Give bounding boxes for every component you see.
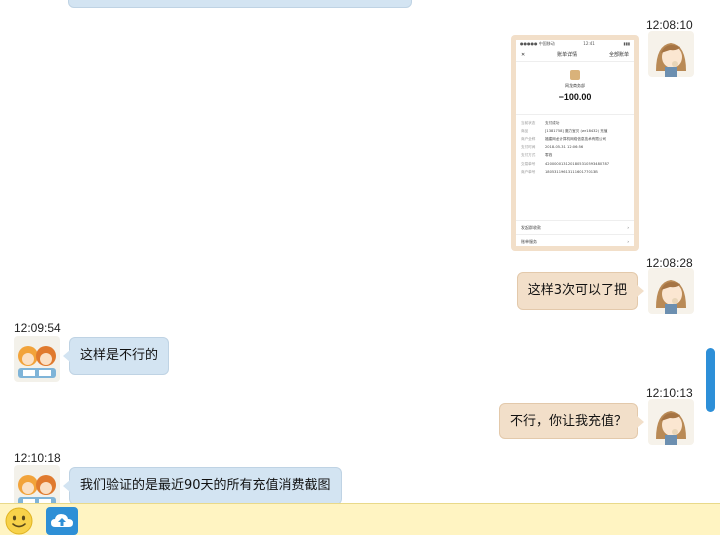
receipt-row: 支付时间 2018-05-31 12:06:56 [516,144,634,152]
receipt-row-value: 福建网龙计算机网络信息技术有限公司 [545,136,607,141]
receipt-row-key: 商户全称 [521,136,536,141]
receipt-status-bar: ●●●●● 中国移动 12:41 ▮▮▮ [516,40,634,48]
receipt-bill-service: 账单服务 [521,238,537,244]
receipt-row-value: 4200000131201805310593480787 [545,161,610,166]
clipped-message-bubble [68,0,412,8]
receipt-row-key: 商品 [521,128,529,133]
cloud-upload-icon[interactable] [46,507,78,535]
message-bubble-contact: 我们验证的是最近90天的所有充值消费截图 [63,467,342,503]
contact-avatar [14,336,60,382]
receipt-battery: ▮▮▮ [623,41,630,46]
receipt-row-value: [1381758] 魔力宝贝 (wr18432) 充值 [545,128,608,133]
receipt-row-key: 当前状态 [521,120,536,125]
receipt-row-key: 支付方式 [521,153,536,158]
receipt-nav-title: 账单详情 [557,52,578,58]
receipt-details: 当前状态 支付成功 商品 [1381758] 魔力宝贝 (wr18432) 充值 商… [516,114,634,176]
receipt-close-icon: ✕ [521,51,526,58]
receipt-row-key: 商户单号 [521,169,536,174]
receipt-row: 支付方式 零钱 [516,152,634,160]
receipt-row: 当前状态 支付成功 [516,119,634,127]
receipt-row-key: 交易单号 [521,161,536,166]
self-avatar [648,268,694,314]
smiley-icon[interactable] [2,507,36,535]
receipt-row: 商品 [1381758] 魔力宝贝 (wr18432) 充值 [516,127,634,135]
receipt-footer-row: 账单服务 › [516,234,634,246]
receipt-carrier: ●●●●● 中国移动 [520,41,555,46]
message-bubble-self: 不行，你让我充值？ [498,403,645,439]
chevron-right-icon: › [627,239,629,244]
message-timestamp: 12:09:54 [14,321,61,335]
receipt-row-value: 2018-05-31 12:06:56 [545,145,584,150]
receipt-screenshot[interactable]: ●●●●● 中国移动 12:41 ▮▮▮ ✕ 账单详情 全部账单 网龙商务部 −… [511,35,639,251]
receipt-footer-row: 发起群收款 › [516,220,634,234]
scrollbar-thumb[interactable] [706,348,715,412]
receipt-row-value: 支付成功 [545,120,560,125]
message-timestamp: 12:10:13 [646,386,693,400]
receipt-row-key: 支付时间 [521,145,536,150]
receipt-nav: ✕ 账单详情 全部账单 [516,48,634,62]
receipt-merchant: 网龙商务部 [565,83,585,88]
receipt-row: 交易单号 4200000131201805310593480787 [516,160,634,168]
message-timestamp: 12:10:18 [14,451,61,465]
receipt-amount: −100.00 [558,92,592,102]
message-bubble-contact: 这样是不行的 [62,337,170,375]
receipt-clock: 12:41 [583,41,595,46]
receipt-all-bills: 全部账单 [608,52,629,58]
receipt-row-value: 零钱 [545,153,553,158]
self-avatar [648,31,694,77]
self-avatar [648,399,694,445]
message-timestamp: 12:08:10 [646,18,693,32]
contact-avatar [14,465,60,503]
message-bubble-self: 这样3次可以了把 [516,272,645,310]
receipt-row-value: 1805311961311160177013B [545,169,598,174]
receipt-group-collect: 发起群收款 [521,224,541,230]
chevron-right-icon: › [627,225,629,230]
chat-history: 12:08:10 ●●●●● 中国移动 12:41 ▮▮▮ ✕ 账单详情 全部账… [0,0,720,503]
receipt-row: 商户全称 福建网龙计算机网络信息技术有限公司 [516,135,634,143]
receipt-row: 商户单号 1805311961311160177013B [516,168,634,176]
merchant-logo-icon [570,70,580,80]
input-toolbar [0,503,720,535]
